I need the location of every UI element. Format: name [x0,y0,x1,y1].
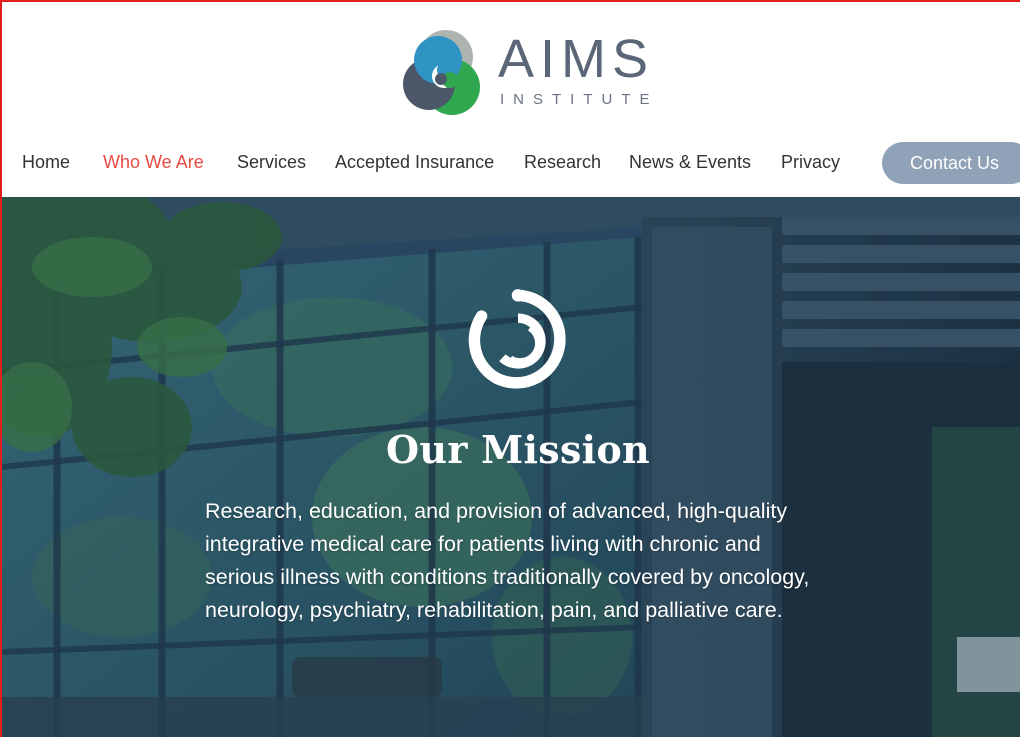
mission-title: Our Mission [386,427,650,472]
nav-item-services[interactable]: Services [237,152,306,173]
nav-item-news-events[interactable]: News & Events [629,152,751,173]
mission-text: Research, education, and provision of ad… [205,499,810,622]
nav-item-privacy[interactable]: Privacy [781,152,840,173]
main-nav: Home Who We Are Services Accepted Insura… [2,142,1020,184]
logo-subtitle: INSTITUTE [500,91,659,108]
nav-item-accepted-insurance[interactable]: Accepted Insurance [335,152,494,173]
aims-logo-icon [403,30,480,115]
nav-item-home[interactable]: Home [22,152,70,173]
page-frame: AIMS INSTITUTE Home Who We Are Services … [0,0,1020,737]
nav-item-research[interactable]: Research [524,152,601,173]
contact-us-button[interactable]: Contact Us [882,142,1020,184]
site-logo[interactable]: AIMS INSTITUTE [394,24,664,124]
site-header: AIMS INSTITUTE Home Who We Are Services … [2,2,1020,197]
logo-wordmark: AIMS [498,29,655,89]
nav-item-who-we-are[interactable]: Who We Are [103,152,204,173]
mission-hero: Our Mission Research, education, and pro… [2,197,1020,737]
aims-swirl-icon [468,289,566,389]
